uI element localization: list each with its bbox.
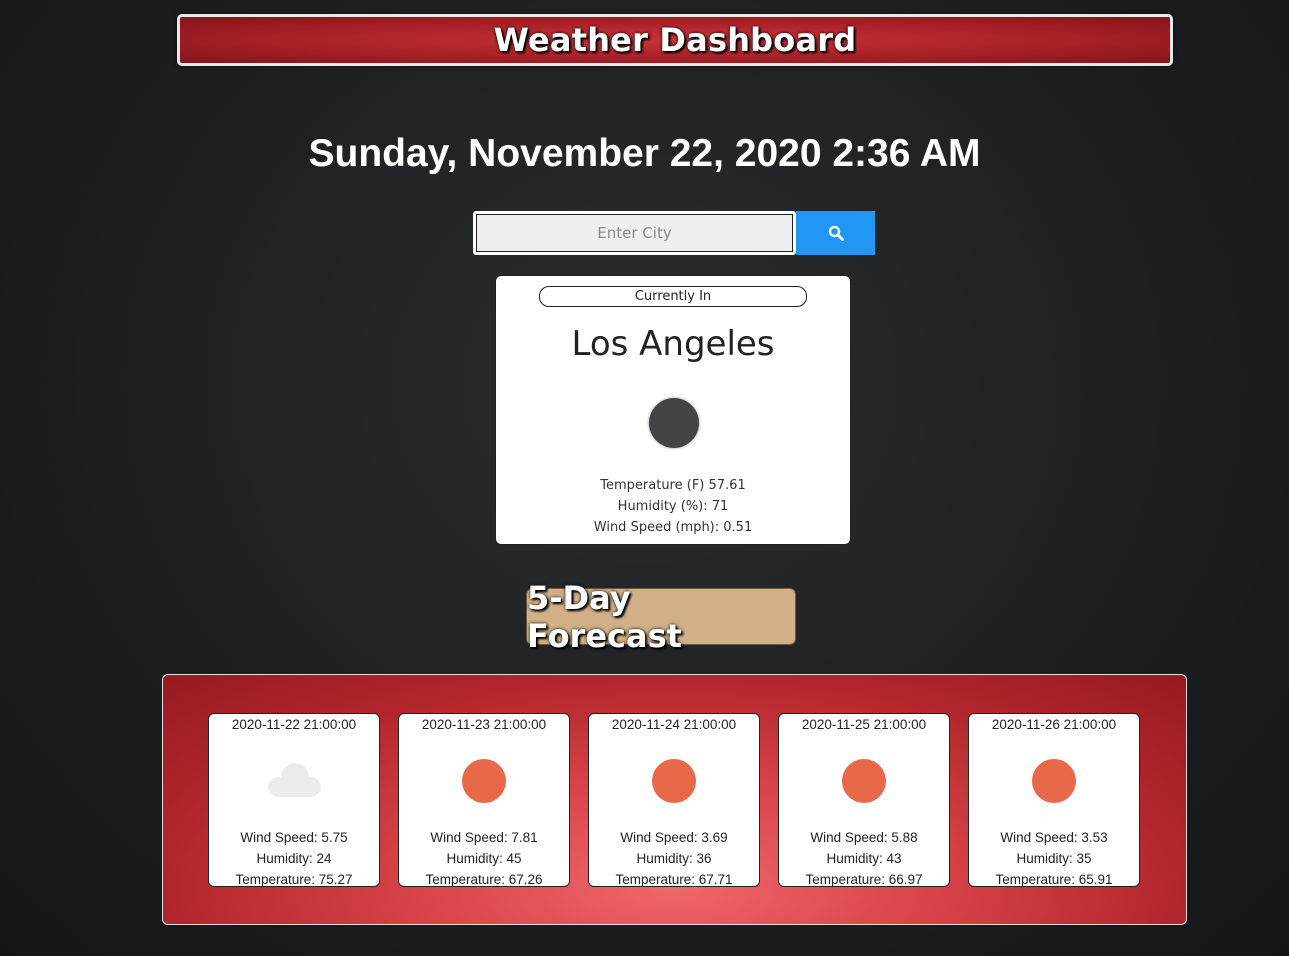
forecast-date: 2020-11-26 21:00:00 [991,717,1117,732]
forecast-wind: Wind Speed: 3.53 [1000,830,1108,845]
current-stats: Temperature (F) 57.61 Humidity (%): 71 W… [496,475,850,538]
forecast-temperature: Temperature: 67.26 [425,872,543,887]
cloud-icon [268,763,321,797]
forecast-stats: Wind Speed: 5.88 Humidity: 43 Temperatur… [779,827,949,890]
forecast-wind: Wind Speed: 7.81 [430,830,538,845]
forecast-humidity: Humidity: 45 [446,851,522,866]
sun-icon [1032,759,1076,803]
forecast-humidity: Humidity: 24 [256,851,332,866]
forecast-panel: 2020-11-22 21:00:00 Wind Speed: 5.75 Hum… [162,674,1187,925]
forecast-date: 2020-11-23 21:00:00 [421,717,547,732]
forecast-day-card: 2020-11-22 21:00:00 Wind Speed: 5.75 Hum… [208,713,380,887]
forecast-heading-box: 5-Day Forecast [526,579,796,655]
forecast-temperature: Temperature: 67.71 [615,872,733,887]
forecast-day-card: 2020-11-25 21:00:00 Wind Speed: 5.88 Hum… [778,713,950,887]
city-name: Los Angeles [571,324,775,364]
app-header: Weather Dashboard [177,14,1173,66]
sun-icon [842,759,886,803]
forecast-date: 2020-11-24 21:00:00 [611,717,737,732]
current-weather-card: Currently In Los Angeles Temperature (F)… [495,275,851,545]
sun-icon [652,759,696,803]
forecast-wind: Wind Speed: 5.88 [810,830,918,845]
forecast-stats: Wind Speed: 3.69 Humidity: 36 Temperatur… [589,827,759,890]
forecast-day-card: 2020-11-23 21:00:00 Wind Speed: 7.81 Hum… [398,713,570,887]
forecast-humidity: Humidity: 36 [636,851,712,866]
forecast-humidity: Humidity: 43 [826,851,902,866]
current-humidity: Humidity (%): 71 [617,499,729,514]
current-datetime: Sunday, November 22, 2020 2:36 AM [308,132,981,175]
forecast-stats: Wind Speed: 7.81 Humidity: 45 Temperatur… [399,827,569,890]
forecast-temperature: Temperature: 66.97 [805,872,923,887]
forecast-day-card: 2020-11-26 21:00:00 Wind Speed: 3.53 Hum… [968,713,1140,887]
sun-icon [462,759,506,803]
currently-in-label: Currently In [539,286,807,307]
current-temperature: Temperature (F) 57.61 [600,478,746,493]
search-button[interactable] [796,211,875,255]
forecast-wind: Wind Speed: 5.75 [240,830,348,845]
forecast-day-card: 2020-11-24 21:00:00 Wind Speed: 3.69 Hum… [588,713,760,887]
night-clear-icon [649,398,699,448]
current-wind-speed: Wind Speed (mph): 0.51 [593,520,753,535]
search-bar [473,211,875,255]
forecast-date: 2020-11-22 21:00:00 [231,717,357,732]
forecast-humidity: Humidity: 35 [1016,851,1092,866]
forecast-wind: Wind Speed: 3.69 [620,830,728,845]
app-title: Weather Dashboard [493,21,857,59]
search-icon [828,225,844,241]
forecast-date: 2020-11-25 21:00:00 [801,717,927,732]
forecast-stats: Wind Speed: 5.75 Humidity: 24 Temperatur… [209,827,379,890]
city-search-input[interactable] [473,211,796,255]
forecast-temperature: Temperature: 65.91 [995,872,1113,887]
forecast-temperature: Temperature: 75.27 [235,872,353,887]
forecast-stats: Wind Speed: 3.53 Humidity: 35 Temperatur… [969,827,1139,890]
forecast-heading: 5-Day Forecast [527,578,682,655]
